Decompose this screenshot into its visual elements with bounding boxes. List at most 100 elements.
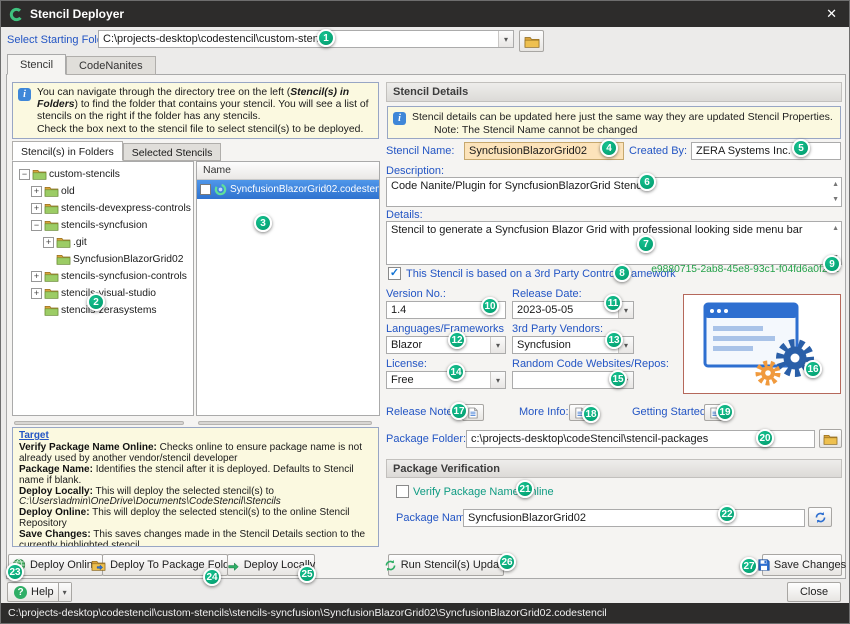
folder-icon (44, 270, 59, 283)
expander-spacer (43, 254, 54, 265)
callout-badge-22: 22 (718, 505, 736, 523)
callout-badge-5: 5 (792, 139, 810, 157)
license-combobox[interactable]: Free ▾ (386, 371, 506, 389)
tree-item[interactable]: SyncfusionBlazorGrid02 (17, 251, 193, 268)
more-info-label: More Info: (519, 406, 569, 418)
package-name-field[interactable]: SyncfusionBlazorGrid02 (463, 509, 805, 527)
tab-stencil[interactable]: Stencil (7, 54, 66, 75)
expand-icon[interactable]: + (31, 203, 42, 214)
callout-badge-16: 16 (804, 360, 822, 378)
tree-item[interactable]: +stencils-visual-studio (17, 285, 193, 302)
tab-selected-stencils[interactable]: Selected Stencils (123, 143, 222, 161)
getting-started-label: Getting Started: (632, 406, 709, 418)
folder-arrow-icon (91, 559, 106, 571)
tree-item[interactable]: +stencils-syncfusion-controls (17, 268, 193, 285)
tree-item[interactable]: +stencils-devexpress-controls (17, 200, 193, 217)
callout-badge-9: 9 (823, 255, 841, 273)
expand-icon[interactable]: + (31, 288, 42, 299)
expand-icon[interactable]: + (31, 186, 42, 197)
app-logo-icon (9, 7, 24, 22)
created-by-field[interactable]: ZERA Systems Inc. (691, 142, 841, 160)
expand-icon[interactable]: + (31, 271, 42, 282)
details-note-box: i Stencil details can be updated here ju… (387, 106, 841, 139)
release-date-value: 2023-05-05 (513, 304, 618, 316)
refresh-icon (384, 559, 397, 572)
callout-badge-7: 7 (637, 235, 655, 253)
callout-badge-2: 2 (87, 293, 105, 311)
collapse-icon[interactable]: − (31, 220, 42, 231)
list-horizontal-scrollbar[interactable] (198, 421, 372, 425)
third-party-checkbox[interactable]: ✓ (388, 267, 401, 280)
target-entry: Deploy Online: This will deploy the sele… (19, 508, 372, 530)
folder-icon (44, 287, 59, 300)
description-label: Description: (386, 165, 444, 177)
close-window-icon[interactable]: ✕ (822, 6, 841, 22)
main-tabs: Stencil CodeNanites (7, 54, 156, 75)
stencil-list-row[interactable]: SyncfusionBlazorGrid02.codestencil (197, 180, 379, 199)
chevron-down-icon[interactable]: ▾ (498, 31, 513, 47)
statusbar: C:\projects-desktop\codestencil\custom-s… (1, 603, 849, 623)
package-folder-label: Package Folder: (386, 433, 466, 445)
expand-icon[interactable]: + (43, 237, 54, 248)
callout-badge-6: 6 (638, 173, 656, 191)
tree-item[interactable]: +.git (17, 234, 193, 251)
list-column-header[interactable]: Name (197, 162, 379, 180)
languages-combobox[interactable]: Blazor ▾ (386, 336, 506, 354)
target-entry: Verify Package Name Online: Checks onlin… (19, 443, 372, 465)
save-icon (758, 559, 770, 571)
chevron-down-icon[interactable]: ▾ (58, 583, 71, 601)
description-field[interactable]: Code Nanite/Plugin for SyncfusionBlazorG… (386, 177, 842, 207)
callout-badge-19: 19 (716, 403, 734, 421)
callout-badge-20: 20 (756, 429, 774, 447)
close-button[interactable]: Close (787, 582, 841, 602)
save-changes-button[interactable]: Save Changes (762, 554, 842, 576)
stencil-image-box (683, 294, 841, 394)
help-label: Help (31, 586, 54, 598)
tree-item-label: stencils-syncfusion (61, 220, 147, 231)
app-window: Stencil Deployer ✕ Select Starting Folde… (0, 0, 850, 624)
tree-item[interactable]: stencils-zerasystems (17, 302, 193, 319)
folder-tree[interactable]: −custom-stencils+old+stencils-devexpress… (12, 161, 194, 416)
collapse-icon[interactable]: − (19, 169, 30, 180)
tree-item[interactable]: +old (17, 183, 193, 200)
details-field[interactable]: Stencil to generate a Syncfusion Blazor … (386, 221, 842, 265)
stencil-list[interactable]: Name SyncfusionBlazorGrid02.codestencil (196, 161, 380, 416)
folder-icon (44, 219, 59, 232)
callout-badge-17: 17 (450, 402, 468, 420)
callout-badge-8: 8 (613, 264, 631, 282)
info-icon: i (393, 112, 406, 125)
stencil-file-name: SyncfusionBlazorGrid02.codestencil (230, 184, 380, 195)
chevron-down-icon[interactable]: ▾ (490, 372, 505, 388)
tree-item[interactable]: −custom-stencils (17, 166, 193, 183)
tree-item[interactable]: − stencils-syncfusion (17, 217, 193, 234)
package-verification-header: Package Verification (386, 459, 842, 478)
stencil-name-label: Stencil Name: (386, 145, 454, 157)
browse-starting-folder-button[interactable] (519, 30, 544, 52)
vendors-value: Syncfusion (513, 339, 618, 351)
callout-badge-15: 15 (609, 370, 627, 388)
tab-stencils-in-folders[interactable]: Stencil(s) in Folders (12, 141, 123, 161)
license-label: License: (386, 358, 427, 370)
details-note-line1: Stencil details can be updated here just… (412, 111, 834, 124)
run-stencil-update-button[interactable]: Run Stencil(s) Update (388, 554, 504, 576)
help-split-button[interactable]: ? Help ▾ (7, 582, 72, 602)
starting-folder-combobox[interactable]: C:\projects-desktop\codestencil\custom-s… (98, 30, 514, 48)
target-entry: Deploy Locally: This will deploy the sel… (19, 487, 372, 509)
browse-package-folder-button[interactable] (819, 429, 842, 448)
folder-icon (44, 202, 59, 215)
stencil-checkbox[interactable] (200, 184, 211, 195)
tab-codenanites[interactable]: CodeNanites (66, 56, 156, 75)
tree-horizontal-scrollbar[interactable] (14, 421, 184, 425)
navigation-info-text2: Check the box next to the stencil file t… (37, 124, 372, 136)
window-title: Stencil Deployer (30, 7, 124, 21)
chevron-down-icon[interactable]: ▾ (490, 337, 505, 353)
scroll-down-icon[interactable]: ▼ (832, 196, 839, 203)
callout-badge-13: 13 (605, 331, 623, 349)
scroll-up-icon[interactable]: ▲ (832, 181, 839, 188)
folder-icon (44, 185, 59, 198)
target-entry: Save Changes: This saves changes made in… (19, 530, 372, 547)
pane-tabs: Stencil(s) in Folders Selected Stencils (12, 141, 221, 161)
refresh-package-name-button[interactable] (808, 507, 832, 527)
scroll-up-icon[interactable]: ▲ (832, 225, 839, 232)
verify-package-name-checkbox[interactable] (396, 485, 409, 498)
